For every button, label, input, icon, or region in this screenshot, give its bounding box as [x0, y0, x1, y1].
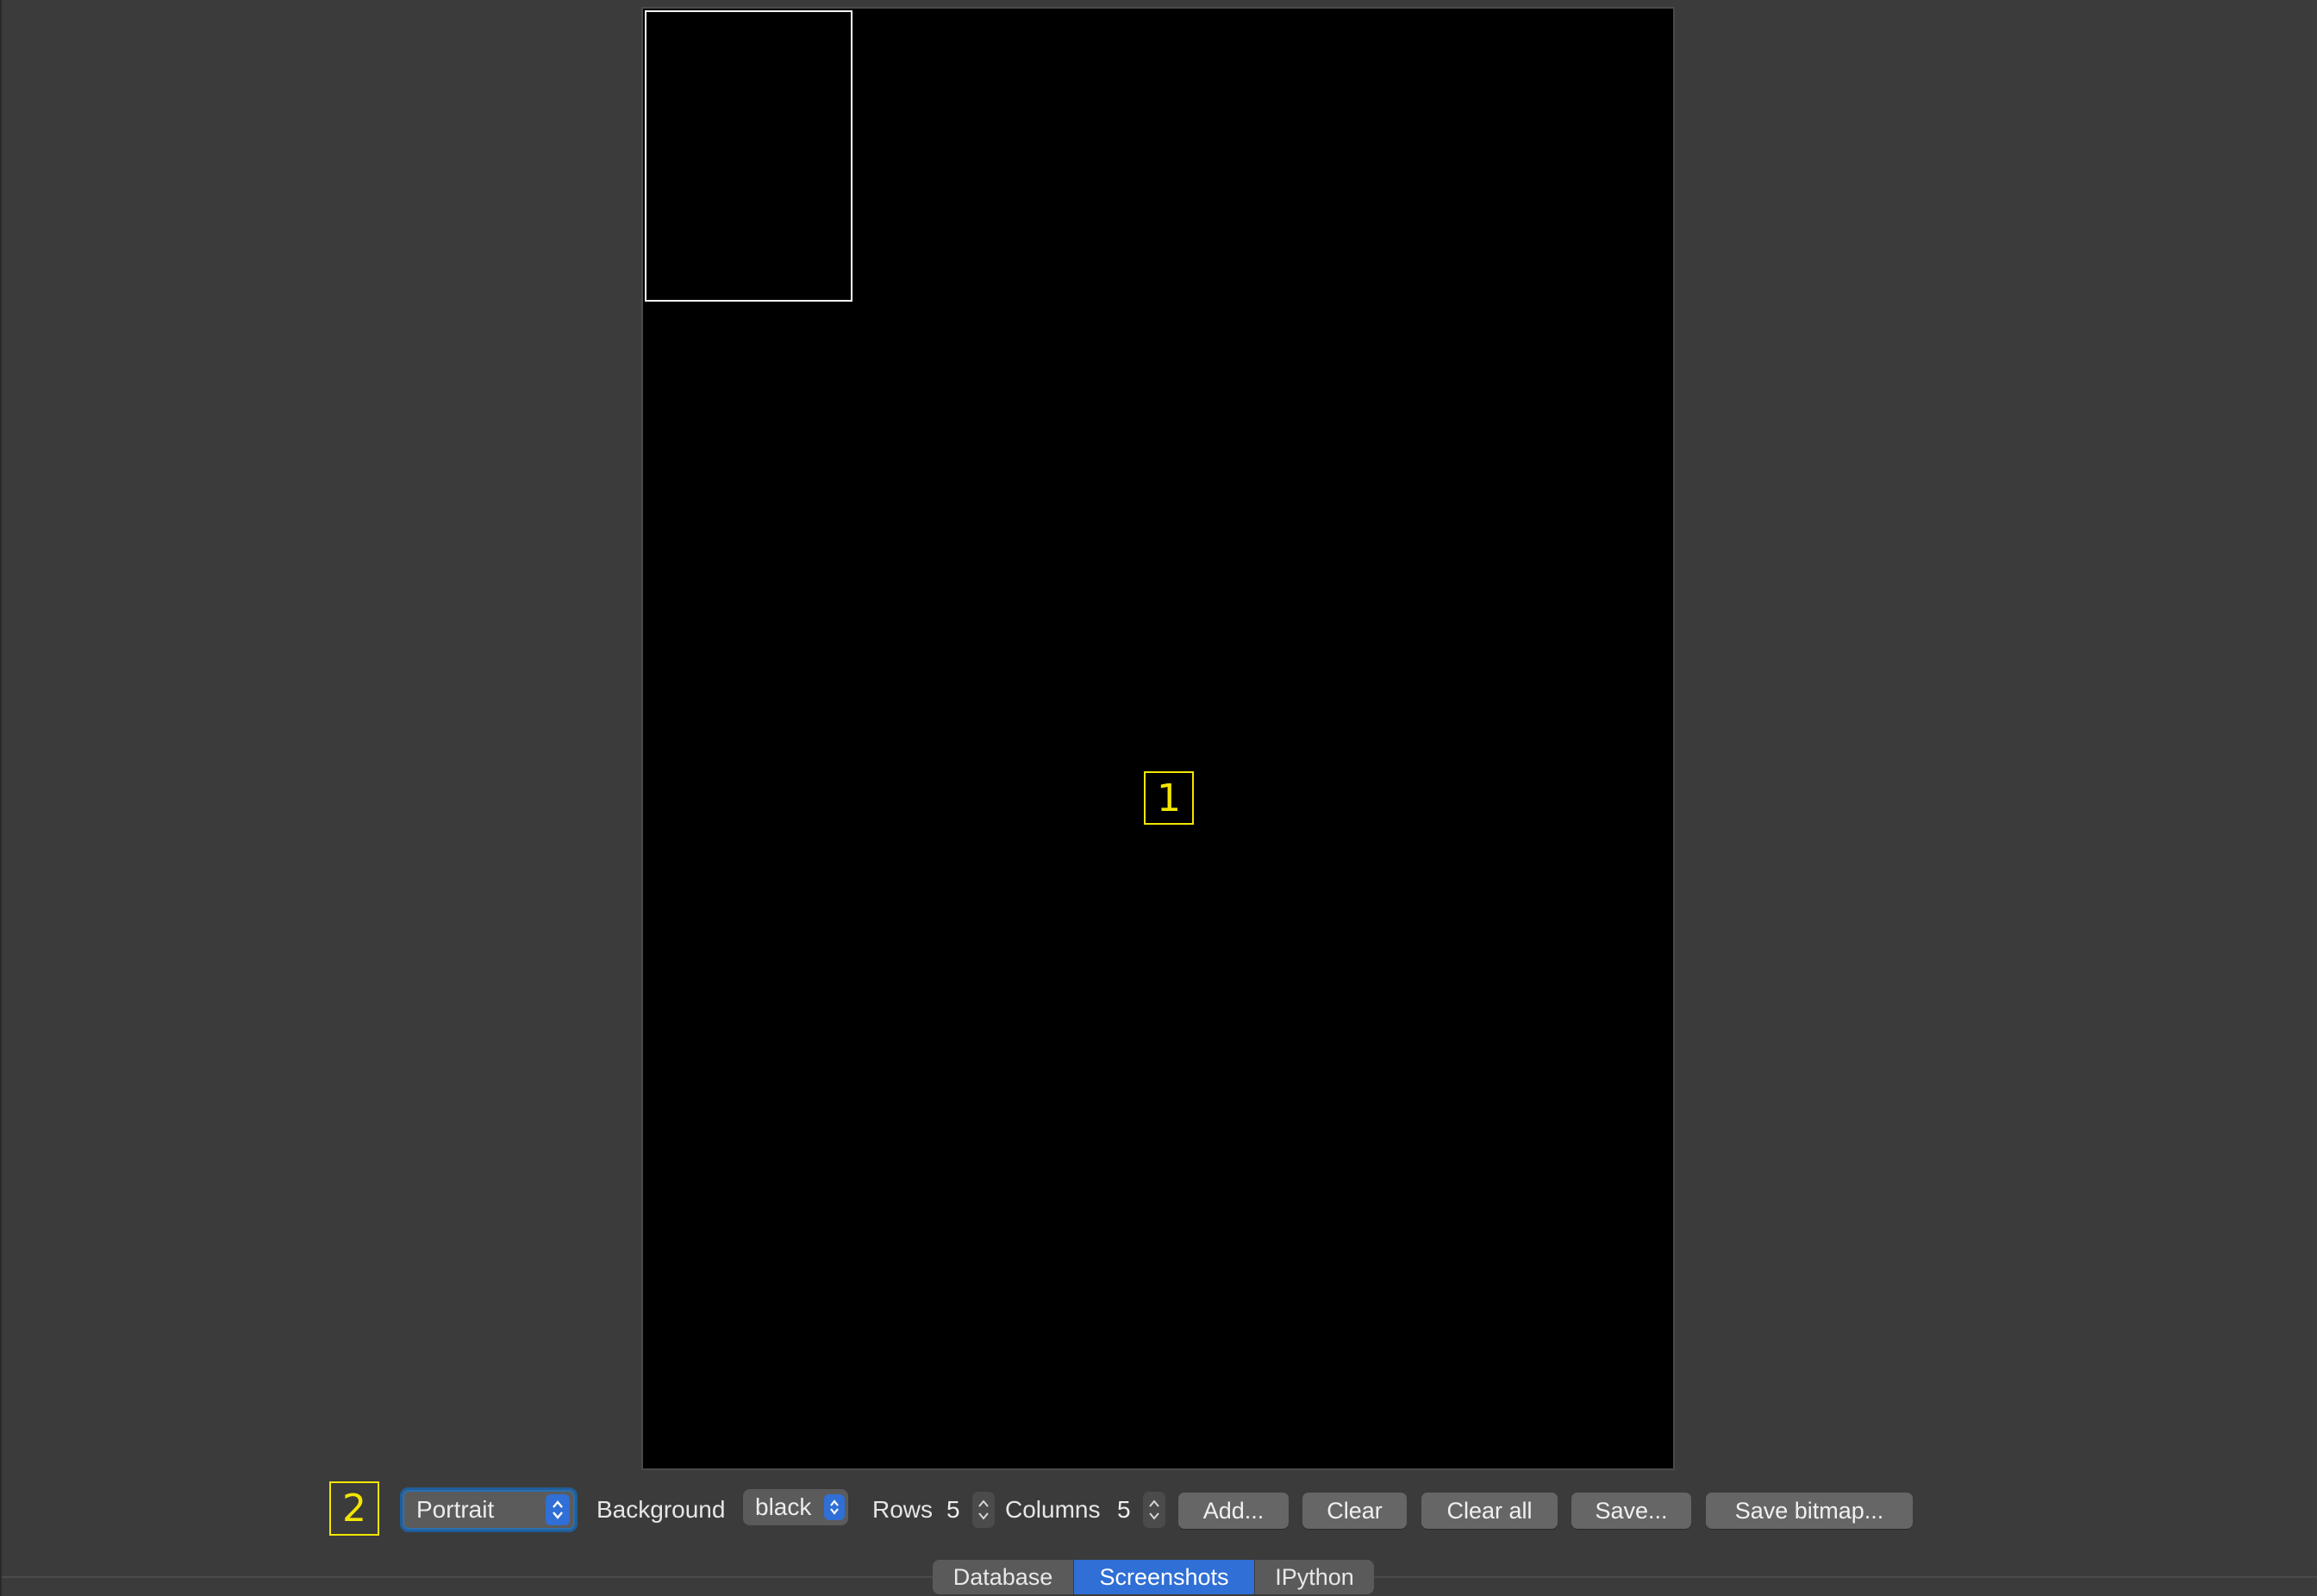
- add-button[interactable]: Add...: [1178, 1493, 1289, 1529]
- annotation-marker-canvas: 1: [1144, 771, 1194, 825]
- rows-field[interactable]: 5: [946, 1491, 960, 1529]
- rows-label: Rows: [872, 1496, 934, 1523]
- rows-stepper[interactable]: [972, 1492, 995, 1528]
- clear-all-button[interactable]: Clear all: [1421, 1493, 1558, 1529]
- screenshot-canvas[interactable]: [641, 7, 1675, 1470]
- tab-database[interactable]: Database: [933, 1560, 1074, 1594]
- stepper-arrows-icon: [978, 1499, 989, 1520]
- screenshots-window: 1 2 Portrait Background black Rows 5 Col…: [0, 0, 2317, 1596]
- orientation-select[interactable]: Portrait: [400, 1487, 578, 1532]
- tab-screenshots[interactable]: Screenshots: [1074, 1560, 1255, 1594]
- screenshot-slot[interactable]: [645, 10, 852, 302]
- save-bitmap-button[interactable]: Save bitmap...: [1706, 1493, 1913, 1529]
- columns-stepper[interactable]: [1143, 1492, 1165, 1528]
- chevron-up-down-icon: [546, 1494, 570, 1525]
- annotation-marker-toolbar: 2: [329, 1481, 379, 1536]
- tab-bar: Database Screenshots IPython: [933, 1560, 1374, 1594]
- chevron-up-down-icon: [824, 1494, 845, 1520]
- background-select[interactable]: black: [743, 1489, 848, 1525]
- columns-label: Columns: [1005, 1496, 1101, 1523]
- columns-field[interactable]: 5: [1117, 1491, 1131, 1529]
- background-label: Background: [596, 1496, 726, 1523]
- save-button[interactable]: Save...: [1571, 1493, 1691, 1529]
- tab-ipython[interactable]: IPython: [1255, 1560, 1374, 1594]
- stepper-arrows-icon: [1149, 1499, 1159, 1520]
- orientation-value: Portrait: [416, 1496, 495, 1523]
- clear-button[interactable]: Clear: [1302, 1493, 1407, 1529]
- background-value: black: [755, 1493, 812, 1520]
